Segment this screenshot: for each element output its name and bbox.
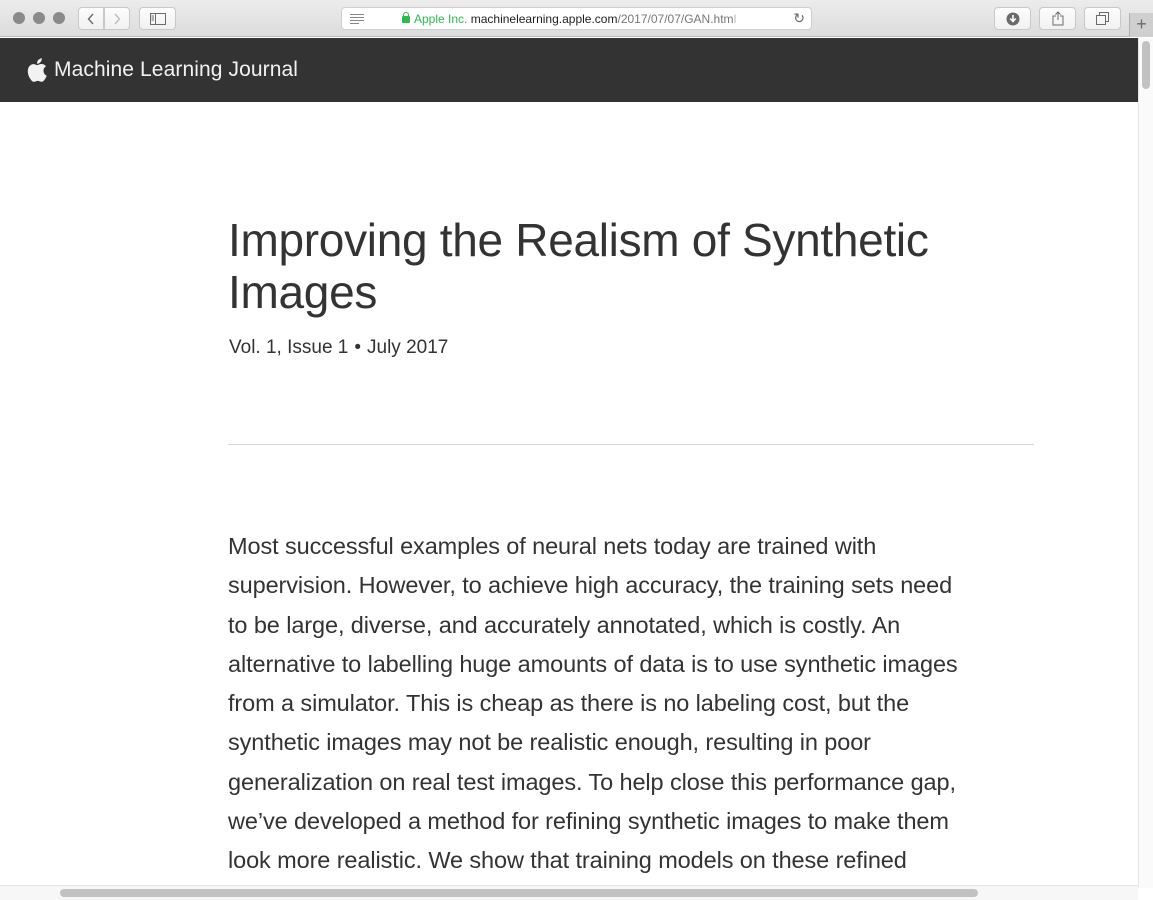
body-line: alternative to labelling huge amounts of… — [228, 650, 958, 677]
section-divider — [228, 444, 1034, 445]
share-button[interactable] — [1039, 7, 1076, 30]
body-line: synthetic images may not be realistic en… — [228, 729, 871, 756]
window-zoom-button[interactable] — [53, 12, 65, 24]
apple-logo-icon[interactable] — [27, 58, 47, 82]
article-title: Improving the Realism of Synthetic Image… — [228, 214, 929, 318]
reader-view-icon[interactable] — [350, 14, 364, 24]
body-line: to be large, diverse, and accurately ann… — [228, 611, 901, 638]
url-text[interactable]: Apple Inc. machinelearning.apple.com/201… — [402, 12, 754, 26]
chevron-left-icon — [87, 13, 94, 24]
chevron-right-icon — [114, 13, 121, 24]
sidebar-toggle-button[interactable] — [139, 7, 176, 30]
site-header: Machine Learning Journal — [0, 38, 1138, 102]
article-meta: Vol. 1, Issue 1 • July 2017 — [229, 337, 448, 359]
body-line: from a simulator. This is cheap as there… — [228, 690, 910, 717]
vertical-scrollbar[interactable] — [1138, 38, 1153, 888]
sidebar-icon — [149, 12, 166, 25]
window-close-button[interactable] — [13, 12, 25, 24]
body-line: we’ve developed a method for refining sy… — [228, 808, 949, 835]
site-title[interactable]: Machine Learning Journal — [54, 58, 298, 82]
new-tab-button[interactable]: + — [1129, 13, 1153, 37]
show-tabs-button[interactable] — [1084, 7, 1121, 30]
article-body: Most successful examples of neural nets … — [228, 527, 1034, 881]
tabs-overview-icon — [1096, 12, 1109, 25]
download-icon — [1006, 12, 1019, 25]
forward-button[interactable] — [104, 7, 130, 30]
certificate-org: Apple Inc. — [414, 12, 468, 26]
body-line: Most successful examples of neural nets … — [228, 533, 877, 559]
body-line: generalization on real test images. To h… — [228, 768, 956, 795]
reload-icon[interactable]: ↻ — [793, 10, 805, 27]
lock-icon — [402, 12, 410, 23]
share-icon — [1052, 11, 1063, 26]
window-minimize-button[interactable] — [33, 12, 45, 24]
meta-separator: • — [354, 337, 362, 358]
horizontal-scroll-thumb[interactable] — [60, 889, 978, 897]
body-line: supervision. However, to achieve high ac… — [228, 572, 953, 599]
url-domain: machinelearning.apple.com — [470, 12, 618, 26]
back-button[interactable] — [78, 7, 104, 30]
downloads-button[interactable] — [994, 7, 1031, 30]
vertical-scroll-thumb[interactable] — [1142, 41, 1150, 89]
body-line: look more realistic. We show that traini… — [228, 847, 907, 874]
url-overflow: l — [733, 12, 737, 26]
horizontal-scrollbar[interactable] — [0, 885, 1138, 900]
article-volume: Vol. 1, Issue 1 — [229, 337, 349, 358]
browser-toolbar: Apple Inc. machinelearning.apple.com/201… — [0, 0, 1153, 37]
article-date: July 2017 — [367, 337, 449, 358]
url-path: /2017/07/07/GAN.htm — [617, 12, 734, 26]
address-bar[interactable]: Apple Inc. machinelearning.apple.com/201… — [341, 7, 812, 30]
